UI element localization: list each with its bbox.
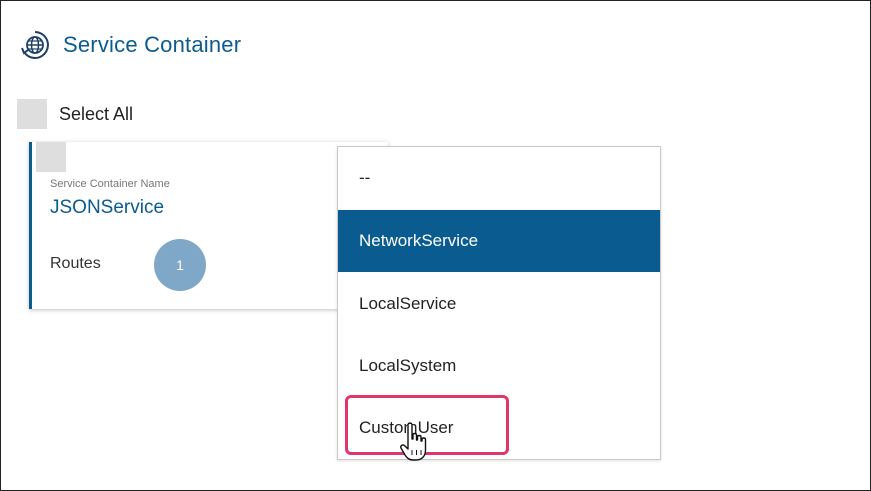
service-container-card[interactable]: Service Container Name JSONService Route… — [29, 142, 388, 309]
card-checkbox[interactable] — [36, 142, 66, 172]
routes-label: Routes — [50, 255, 101, 272]
dropdown-option-localservice[interactable]: LocalService — [338, 273, 660, 335]
card-caption: Service Container Name — [50, 178, 170, 190]
globe-refresh-icon — [19, 29, 51, 61]
dropdown-option-networkservice[interactable]: NetworkService — [338, 210, 660, 272]
select-all[interactable]: Select All — [17, 99, 133, 129]
select-all-checkbox[interactable] — [17, 99, 47, 129]
hand-pointer-icon — [399, 421, 429, 467]
window-frame: Service Container Select All Service Con… — [0, 0, 871, 491]
page-title: Service Container — [63, 32, 242, 57]
page-header: Service Container — [19, 29, 241, 61]
service-container-name[interactable]: JSONService — [50, 197, 164, 219]
dropdown-option-localsystem[interactable]: LocalSystem — [338, 335, 660, 397]
dropdown-option-none[interactable]: -- — [338, 147, 660, 209]
select-all-label: Select All — [59, 103, 134, 124]
routes-count-badge[interactable]: 1 — [154, 239, 206, 291]
